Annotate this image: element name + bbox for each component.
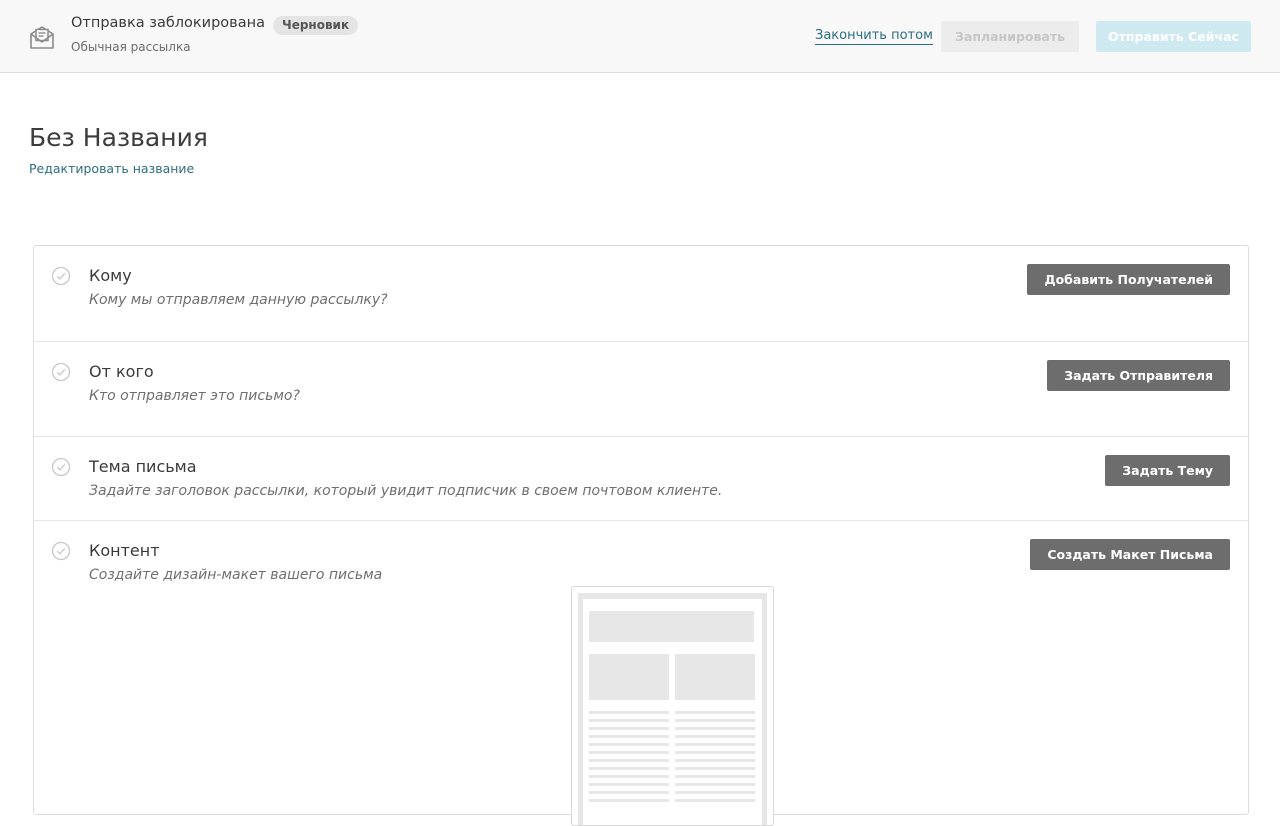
check-circle-icon — [51, 457, 71, 477]
draft-badge: Черновик — [273, 16, 359, 35]
template-text-line — [675, 799, 755, 802]
envelope-icon — [30, 26, 54, 49]
template-text-line — [589, 791, 669, 794]
template-text-line — [675, 791, 755, 794]
email-template-preview[interactable] — [571, 586, 774, 826]
check-circle-icon — [51, 266, 71, 286]
template-text-line — [589, 775, 669, 778]
template-header-block — [589, 611, 754, 642]
template-text-line — [589, 743, 669, 746]
set-subject-button[interactable]: Задать Тему — [1105, 455, 1230, 486]
campaign-type: Обычная рассылка — [71, 40, 191, 54]
checklist-item-title: Тема письма — [89, 457, 197, 476]
template-text-line — [675, 767, 755, 770]
add-recipients-button[interactable]: Добавить Получателей — [1027, 264, 1230, 295]
template-text-line — [675, 735, 755, 738]
template-text-line — [589, 727, 669, 730]
checklist-item-description: Кто отправляет это письмо? — [89, 388, 300, 404]
create-design-button[interactable]: Создать Макет Письма — [1030, 539, 1230, 570]
template-text-line — [589, 799, 669, 802]
template-text-line — [675, 783, 755, 786]
checklist-item-description: Создайте дизайн-макет вашего письма — [89, 567, 383, 583]
template-text-line — [675, 743, 755, 746]
campaign-checklist: Кому Кому мы отправляем данную рассылку?… — [33, 245, 1249, 826]
checklist-item-subject: Тема письма Задайте заголовок рассылки, … — [34, 437, 1248, 521]
finish-later-link[interactable]: Закончить потом — [815, 28, 933, 45]
schedule-button[interactable]: Запланировать — [941, 21, 1079, 52]
template-image-block — [589, 654, 669, 700]
template-text-line — [589, 767, 669, 770]
template-text-line — [675, 727, 755, 730]
template-text-line — [589, 751, 669, 754]
template-canvas — [583, 599, 762, 825]
checklist-item-title: Кому — [89, 266, 132, 285]
template-frame — [578, 593, 767, 825]
template-text-line — [589, 735, 669, 738]
top-bar: Отправка заблокирована Черновик Обычная … — [0, 0, 1280, 73]
send-status-title: Отправка заблокирована — [71, 15, 265, 31]
check-circle-icon — [51, 541, 71, 561]
template-text-line — [675, 759, 755, 762]
template-text-line — [675, 719, 755, 722]
checklist-item-sender: От кого Кто отправляет это письмо? Задат… — [34, 342, 1248, 437]
checklist-item-title: Контент — [89, 541, 160, 560]
template-text-line — [675, 775, 755, 778]
page-title: Без Названия — [29, 123, 208, 152]
template-text-line — [589, 783, 669, 786]
set-sender-button[interactable]: Задать Отправителя — [1047, 360, 1230, 391]
send-now-button[interactable]: Отправить Сейчас — [1096, 21, 1251, 52]
template-text-line — [675, 751, 755, 754]
checklist-item-recipients: Кому Кому мы отправляем данную рассылку?… — [34, 246, 1248, 342]
template-text-line — [589, 711, 669, 714]
checklist-item-description: Задайте заголовок рассылки, который увид… — [89, 483, 723, 499]
template-text-line — [675, 711, 755, 714]
checklist-item-description: Кому мы отправляем данную рассылку? — [89, 292, 388, 308]
template-text-line — [589, 759, 669, 762]
template-image-block — [675, 654, 755, 700]
edit-title-link[interactable]: Редактировать название — [29, 161, 194, 176]
checklist-item-title: От кого — [89, 362, 154, 381]
check-circle-icon — [51, 362, 71, 382]
template-text-line — [589, 719, 669, 722]
